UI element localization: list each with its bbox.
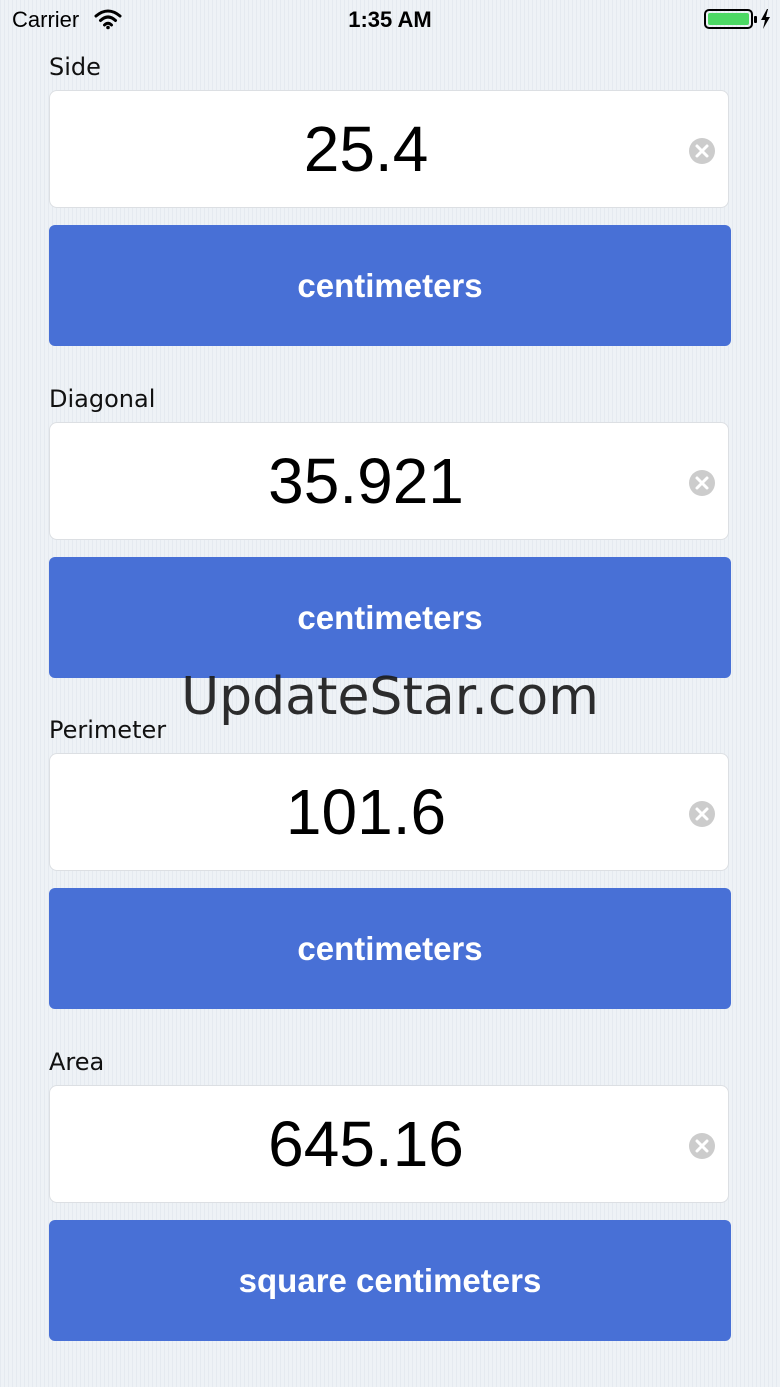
- side-input[interactable]: 25.4: [49, 90, 729, 208]
- side-label: Side: [49, 53, 101, 81]
- status-bar: Carrier 1:35 AM: [0, 0, 780, 40]
- area-label: Area: [49, 1048, 105, 1076]
- clear-icon[interactable]: [688, 800, 716, 828]
- side-unit-button[interactable]: centimeters: [49, 225, 731, 346]
- area-unit-button[interactable]: square centimeters: [49, 1220, 731, 1341]
- perimeter-value[interactable]: 101.6: [50, 754, 682, 870]
- diagonal-input[interactable]: 35.921: [49, 422, 729, 540]
- diagonal-unit-button[interactable]: centimeters: [49, 557, 731, 678]
- diagonal-label: Diagonal: [49, 385, 156, 413]
- side-value[interactable]: 25.4: [50, 91, 682, 207]
- perimeter-input[interactable]: 101.6: [49, 753, 729, 871]
- clear-icon[interactable]: [688, 1132, 716, 1160]
- clear-icon[interactable]: [688, 137, 716, 165]
- battery-charging-icon: [704, 9, 770, 29]
- status-time: 1:35 AM: [348, 7, 432, 32]
- area-value[interactable]: 645.16: [50, 1086, 682, 1202]
- area-input[interactable]: 645.16: [49, 1085, 729, 1203]
- diagonal-value[interactable]: 35.921: [50, 423, 682, 539]
- perimeter-label: Perimeter: [49, 716, 167, 744]
- clear-icon[interactable]: [688, 469, 716, 497]
- perimeter-unit-button[interactable]: centimeters: [49, 888, 731, 1009]
